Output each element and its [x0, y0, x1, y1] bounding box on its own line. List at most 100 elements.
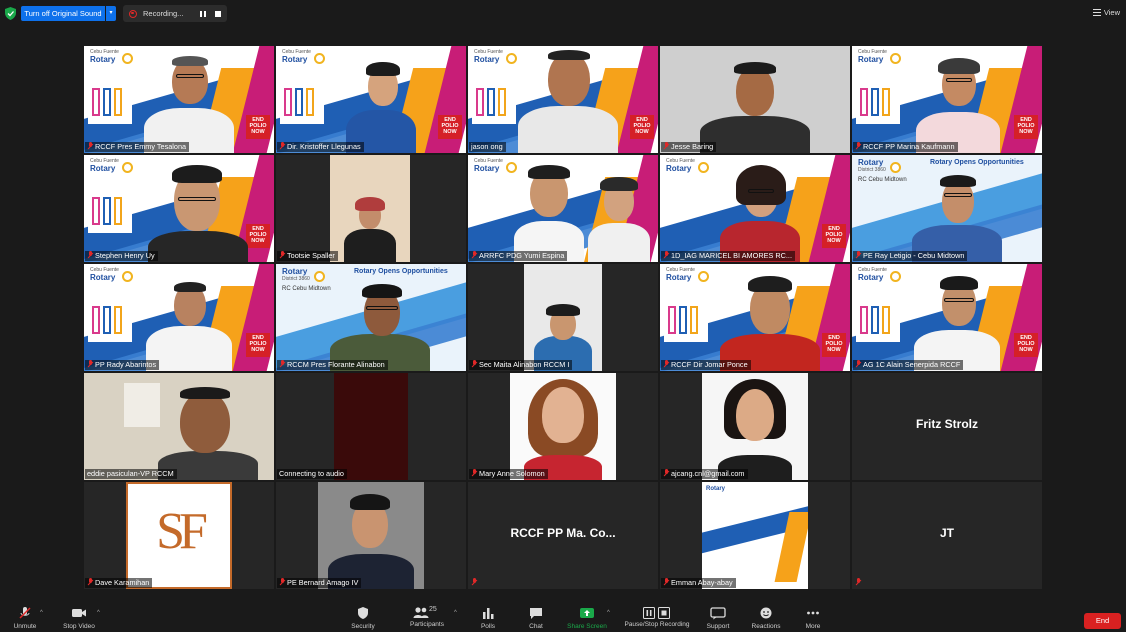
participant-tile[interactable]: Rotary Emman Abay-abay — [660, 482, 850, 589]
participant-video — [902, 155, 1012, 262]
sf-logo: SF — [126, 482, 232, 589]
more-button[interactable]: More — [800, 606, 826, 630]
participants-options-caret[interactable]: ^ — [454, 610, 457, 616]
participant-tile[interactable]: Cebu Fuente Rotary END POLIO NOW PP Rady … — [84, 264, 274, 371]
view-button[interactable]: View — [1092, 6, 1120, 20]
participant-tile[interactable]: Jesse Baring — [660, 46, 850, 153]
participant-tile[interactable]: PE Bernard Amago IV — [276, 482, 466, 589]
participant-name: PE Bernard Amago IV — [277, 578, 362, 588]
participant-tile[interactable]: Cebu Fuente Rotary END POLIO NOW Stephen … — [84, 155, 274, 262]
support-button[interactable]: Support — [701, 606, 735, 630]
audio-options-caret[interactable]: ^ — [40, 610, 43, 616]
participant-tile[interactable]: Rotary District 3860 Rotary Opens Opportu… — [276, 264, 466, 371]
participant-video — [326, 46, 436, 153]
participant-name: Dir. Kristoffer Llegunas — [277, 142, 364, 152]
more-label: More — [805, 623, 821, 630]
participant-video — [134, 46, 244, 153]
share-options-caret[interactable]: ^ — [607, 610, 610, 616]
muted-mic-icon — [663, 360, 669, 368]
participant-video: Rotary — [702, 482, 808, 589]
participant-tile[interactable]: Cebu Fuente Rotary END POLIO NOW RCCF Pre… — [84, 46, 274, 153]
participant-video — [524, 264, 602, 371]
participant-name: Stephen Henry Uy — [85, 251, 158, 261]
polls-button[interactable]: Polls — [474, 606, 502, 630]
recording-label: Recording... — [143, 9, 184, 18]
participant-video — [508, 155, 658, 262]
participant-tile[interactable]: ajcang.cnl@gmail.com — [660, 373, 850, 480]
security-label: Security — [351, 623, 375, 630]
participant-display-name: Fritz Strolz — [916, 417, 978, 431]
participant-tile[interactable]: Mary Anne Solomon — [468, 373, 658, 480]
end-polio-logo: END POLIO NOW — [246, 333, 270, 357]
chat-button[interactable]: Chat — [522, 606, 550, 630]
participant-video — [710, 264, 830, 371]
participant-display-name: JT — [939, 526, 954, 540]
opportunities-logo — [88, 193, 132, 233]
chevron-down-icon[interactable]: ▾ — [106, 6, 116, 21]
participant-tile[interactable]: Fritz Strolz — [852, 373, 1042, 480]
participant-tile[interactable]: JT — [852, 482, 1042, 589]
participant-tile[interactable]: eddie pasiculan-VP RCCM — [84, 373, 274, 480]
muted-mic-icon — [663, 469, 669, 477]
rotary-wheel-icon — [122, 53, 133, 64]
muted-mic-icon — [87, 251, 93, 259]
opportunities-logo — [88, 84, 132, 124]
chat-bubble-icon — [530, 608, 542, 619]
participant-tile[interactable]: Cebu Fuente Rotary END POLIO NOW AG 1C Al… — [852, 264, 1042, 371]
end-polio-logo: END POLIO NOW — [822, 224, 846, 248]
participant-name: Sec Maita Alinabon RCCM I — [469, 360, 573, 370]
participant-name: 1D_IAG MARICEL BI AMORES RC... — [661, 251, 795, 261]
original-sound-button[interactable]: Turn off Original Sound — [21, 6, 105, 21]
participant-video — [334, 373, 408, 480]
participant-tile[interactable]: SF Dave Karamihan — [84, 482, 274, 589]
participant-tile[interactable]: Rotary District 3860 Rotary Opens Opportu… — [852, 155, 1042, 262]
security-button[interactable]: Security — [345, 606, 381, 630]
participant-tile[interactable]: Sec Maita Alinabon RCCM I — [468, 264, 658, 371]
muted-mic-icon — [471, 469, 477, 477]
participant-tile[interactable]: RCCF PP Ma. Co... — [468, 482, 658, 589]
reactions-smiley-icon — [760, 607, 772, 619]
unmute-button[interactable]: Unmute — [8, 606, 42, 630]
polls-label: Polls — [480, 623, 496, 630]
rotary-wheel-icon — [698, 271, 709, 282]
more-dots-icon — [807, 611, 819, 615]
participant-tile-active-speaker[interactable]: Cebu Fuente Rotary END POLIO NOW jason on… — [468, 46, 658, 153]
participant-name: RCCF Pres Emmy Tesalona — [85, 142, 190, 152]
muted-mic-icon — [471, 251, 477, 259]
pause-recording-icon[interactable] — [200, 10, 207, 17]
muted-mic-icon — [663, 251, 669, 259]
participant-tile[interactable]: Cebu Fuente Rotary END POLIO NOW RCCF PP … — [852, 46, 1042, 153]
participant-tile[interactable]: Cebu Fuente Rotary END POLIO NOW RCCF Dir… — [660, 264, 850, 371]
end-meeting-button[interactable]: End — [1084, 613, 1121, 629]
pause-stop-recording-button[interactable]: Pause/Stop Recording — [619, 606, 695, 628]
reactions-button[interactable]: Reactions — [746, 606, 786, 630]
video-gallery: Cebu Fuente Rotary END POLIO NOW RCCF Pre… — [84, 46, 1042, 591]
participant-name: RCCF PP Marina Kaufmann — [853, 142, 958, 152]
muted-mic-icon — [855, 578, 861, 586]
muted-microphone-icon — [19, 607, 31, 619]
participants-button[interactable]: 25 Participants — [403, 606, 451, 628]
rotary-wheel-icon — [890, 53, 901, 64]
participant-tile[interactable]: Connecting to audio — [276, 373, 466, 480]
meeting-toolbar: Unmute ^ Stop Video ^ Security 25 Partic… — [0, 604, 1126, 632]
stop-icon — [658, 607, 670, 619]
recording-controls-label: Pause/Stop Recording — [624, 621, 690, 628]
participant-name: PP Rady Abarintos — [85, 360, 160, 370]
share-screen-button[interactable]: Share Screen — [563, 606, 611, 630]
participant-tile[interactable]: Cebu Fuente Rotary END POLIO NOW Dir. Kri… — [276, 46, 466, 153]
participant-tile[interactable]: Tootsie Spaller — [276, 155, 466, 262]
stop-video-button[interactable]: Stop Video — [58, 606, 100, 630]
participant-photo — [702, 373, 808, 480]
video-options-caret[interactable]: ^ — [97, 610, 100, 616]
rotary-wheel-icon — [890, 162, 901, 173]
participant-video — [508, 46, 628, 153]
participant-tile[interactable]: Cebu Fuente Rotary ARRFC PDG Yumi Espina — [468, 155, 658, 262]
muted-mic-icon — [87, 360, 93, 368]
end-polio-logo: END POLIO NOW — [1014, 115, 1038, 139]
participant-name: ARRFC PDG Yumi Espina — [469, 251, 568, 261]
participant-tile[interactable]: Cebu Fuente Rotary END POLIO NOW 1D_IAG M… — [660, 155, 850, 262]
pause-icon — [643, 607, 655, 619]
stop-recording-icon[interactable] — [215, 10, 221, 17]
shield-icon[interactable] — [5, 7, 16, 20]
participant-video — [326, 264, 436, 371]
